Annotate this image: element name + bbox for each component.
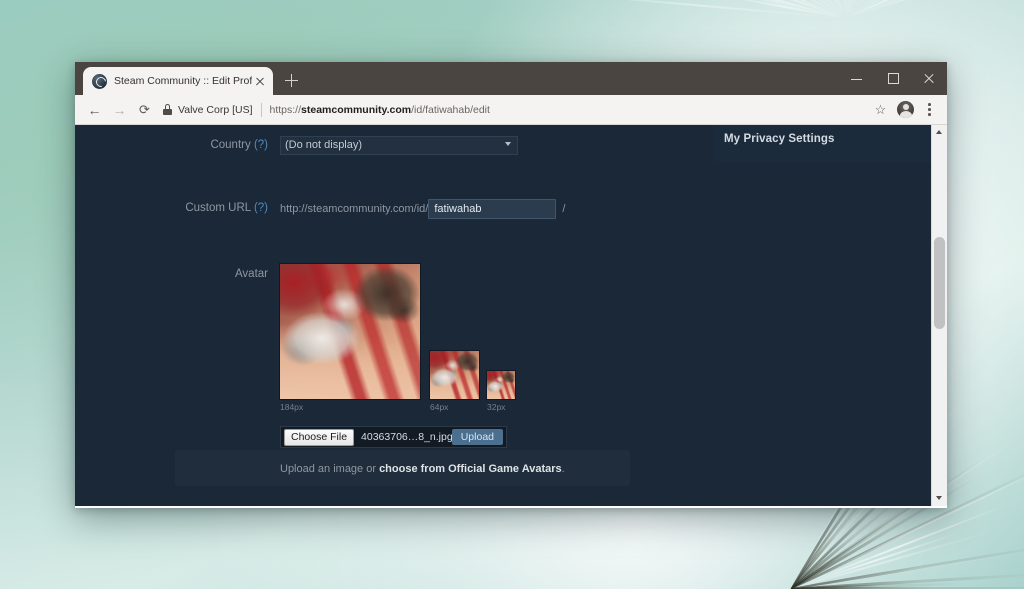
dot	[928, 108, 931, 111]
arrow-right-icon: →	[107, 97, 132, 122]
dot	[928, 103, 931, 106]
country-label: Country (?)	[175, 135, 280, 155]
url-scheme: https://	[270, 104, 302, 116]
arrow-left-icon: ←	[82, 97, 107, 122]
browser-toolbar: ← → ⟳ Valve Corp [US] https://steamcommu…	[75, 95, 947, 125]
avatar-preview-32: 32px	[487, 371, 515, 412]
tab-steam-community-edit-profile[interactable]: Steam Community :: Edit Profile	[83, 67, 273, 95]
steam-logo-icon	[92, 74, 107, 89]
lock-icon	[163, 104, 172, 115]
custom-url-field: http://steamcommunity.com/id/ /	[280, 198, 630, 220]
avatar-label: Avatar	[175, 264, 280, 284]
three-dots-icon[interactable]	[918, 97, 940, 122]
country-label-text: Country	[210, 139, 250, 151]
choose-file-button[interactable]: Choose File	[284, 429, 354, 446]
upload-hint-prefix: Upload an image or	[280, 463, 379, 475]
avatar-image-184	[280, 264, 420, 399]
minimize-button[interactable]	[839, 62, 875, 95]
custom-url-suffix: /	[562, 203, 565, 215]
steam-edit-profile-page: Country (?) (Do not display) Custom URL …	[75, 125, 932, 506]
close-icon[interactable]	[252, 74, 267, 89]
close-window-button[interactable]	[911, 62, 947, 95]
avatar-caption-64: 64px	[430, 402, 479, 412]
country-field: (Do not display)	[280, 135, 630, 155]
avatar-image-32	[487, 371, 515, 399]
scroll-up-arrow-icon[interactable]	[932, 125, 947, 140]
url-path: /id/fatiwahab/edit	[411, 104, 490, 116]
bookmark-star-icon[interactable]: ☆	[868, 97, 893, 122]
page-scrollbar[interactable]	[931, 125, 947, 506]
custom-url-prefix: http://steamcommunity.com/id/	[280, 198, 428, 220]
custom-url-label: Custom URL (?)	[175, 198, 280, 218]
avatar-image-64	[430, 351, 479, 399]
scrollbar-thumb[interactable]	[934, 237, 945, 329]
toolbar-right-icons: ☆	[868, 97, 940, 122]
reload-button[interactable]: ⟳	[132, 97, 157, 122]
url-domain: steamcommunity.com	[301, 104, 411, 116]
forward-button[interactable]: →	[107, 97, 132, 122]
address-bar[interactable]: Valve Corp [US] https://steamcommunity.c…	[163, 99, 868, 121]
dandelion-burst-top	[845, 18, 847, 20]
country-select-wrap: (Do not display)	[280, 135, 518, 155]
country-help-icon[interactable]: (?)	[254, 139, 268, 151]
tab-title: Steam Community :: Edit Profile	[114, 67, 252, 95]
upload-hint: Upload an image or choose from Official …	[280, 463, 630, 475]
scroll-down-arrow-icon[interactable]	[932, 491, 947, 506]
avatar-field: 184px 64px 32px Choose File 40363706…8_n…	[280, 264, 630, 475]
edit-profile-form: Country (?) (Do not display) Custom URL …	[175, 125, 630, 475]
custom-url-label-text: Custom URL	[185, 202, 250, 214]
url-text: https://steamcommunity.com/id/fatiwahab/…	[270, 104, 869, 116]
window-controls	[839, 62, 947, 95]
back-button[interactable]: ←	[82, 97, 107, 122]
reload-icon: ⟳	[132, 97, 157, 122]
avatar-preview-184: 184px	[280, 264, 420, 412]
dot	[928, 113, 931, 116]
tab-strip: Steam Community :: Edit Profile	[75, 62, 947, 95]
avatar-caption-32: 32px	[487, 402, 515, 412]
avatar[interactable]	[897, 101, 914, 118]
new-tab-button[interactable]	[282, 71, 301, 90]
avatar-row: Avatar 184px 64px 32px Choose File 40363…	[175, 264, 630, 475]
avatar-preview-64: 64px	[430, 351, 479, 412]
country-row: Country (?) (Do not display)	[175, 135, 630, 163]
star-glyph: ☆	[868, 97, 893, 122]
selected-file-name: 40363706…8_n.jpg	[361, 431, 452, 443]
upload-hint-suffix: .	[562, 463, 565, 475]
file-upload-row: Choose File 40363706…8_n.jpg Upload	[280, 426, 507, 448]
security-badge: Valve Corp [US]	[178, 104, 253, 116]
avatar-caption-184: 184px	[280, 402, 420, 412]
upload-button[interactable]: Upload	[452, 429, 503, 445]
omnibox-divider	[261, 103, 262, 117]
avatar-preview-list: 184px 64px 32px	[280, 264, 630, 412]
privacy-settings-panel[interactable]: My Privacy Settings	[713, 125, 933, 163]
official-game-avatars-link[interactable]: choose from Official Game Avatars	[379, 463, 562, 475]
custom-url-help-icon[interactable]: (?)	[254, 202, 268, 214]
country-select[interactable]: (Do not display)	[280, 136, 518, 155]
page-viewport: Country (?) (Do not display) Custom URL …	[75, 125, 947, 506]
custom-url-input[interactable]	[428, 199, 556, 219]
custom-url-row: Custom URL (?) http://steamcommunity.com…	[175, 198, 630, 226]
right-sidebar: My Privacy Settings	[713, 125, 933, 163]
browser-window: Steam Community :: Edit Profile ← → ⟳ Va…	[75, 62, 947, 508]
privacy-settings-title: My Privacy Settings	[724, 133, 835, 145]
maximize-button[interactable]	[875, 62, 911, 95]
